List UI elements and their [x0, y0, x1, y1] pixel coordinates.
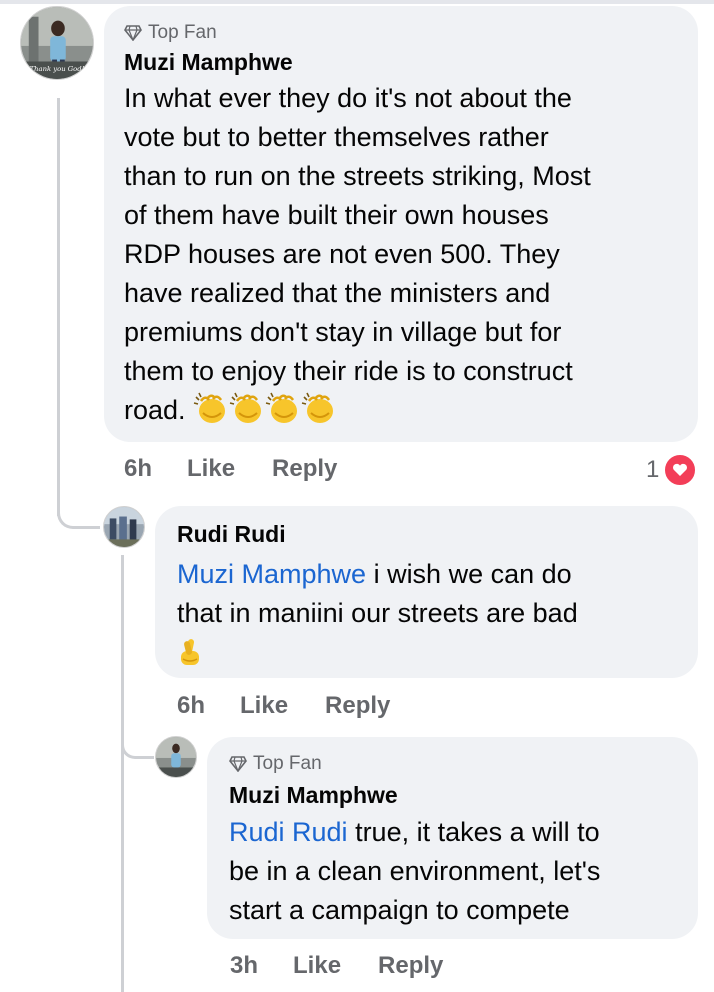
reply-text: Muzi Mamphwe i wish we can do that in ma…	[177, 555, 676, 678]
reply-actions-1: 6h Like Reply	[177, 692, 427, 720]
timestamp[interactable]: 3h	[230, 952, 258, 980]
timestamp[interactable]: 6h	[124, 455, 152, 483]
heart-icon	[663, 453, 698, 487]
reply-button[interactable]: Reply	[378, 952, 443, 980]
reply-actions-2: 3h Like Reply	[230, 952, 480, 980]
badge-label: Top Fan	[253, 753, 322, 774]
avatar-muzi-small[interactable]	[155, 736, 197, 778]
diamond-icon	[229, 756, 247, 772]
mention-link[interactable]: Muzi Mamphwe	[177, 559, 366, 589]
like-button[interactable]: Like	[187, 455, 235, 483]
mention-link[interactable]: Rudi Rudi	[229, 817, 348, 847]
thread-line-reply-curve	[121, 730, 154, 759]
comment-text: In what ever they do it's not about the …	[124, 79, 678, 436]
reply-button[interactable]: Reply	[272, 455, 337, 483]
clapping-hands-icon	[193, 391, 343, 436]
reply-text: Rudi Rudi true, it takes a will to be in…	[229, 817, 601, 925]
top-fan-badge: Top Fan	[229, 753, 676, 775]
comment-author[interactable]: Muzi Mamphwe	[124, 48, 678, 76]
reaction-count: 1	[646, 456, 660, 483]
diamond-icon	[124, 25, 142, 41]
thread-line-main	[57, 98, 60, 516]
crossed-fingers-icon	[177, 637, 203, 678]
comment-actions-1: 6h Like Reply	[124, 455, 374, 483]
reply-button[interactable]: Reply	[325, 692, 390, 720]
reaction-summary[interactable]: 1	[646, 453, 698, 487]
reply-bubble-1: Rudi Rudi Muzi Mamphwe i wish we can do …	[155, 506, 698, 678]
reply-author[interactable]: Rudi Rudi	[177, 520, 676, 548]
top-fan-badge: Top Fan	[124, 22, 678, 44]
reply-bubble-2: Top Fan Muzi Mamphwe Rudi Rudi true, it …	[207, 737, 698, 939]
badge-label: Top Fan	[148, 22, 217, 43]
avatar-rudi[interactable]	[103, 506, 145, 548]
like-button[interactable]: Like	[293, 952, 341, 980]
thread-line-main-curve	[57, 500, 100, 529]
top-divider	[0, 0, 714, 4]
reply-author[interactable]: Muzi Mamphwe	[229, 781, 676, 809]
avatar-muzi[interactable]: Thank you God!	[20, 6, 94, 80]
comment-bubble-1: Top Fan Muzi Mamphwe In what ever they d…	[104, 6, 698, 442]
svg-text:Thank you God!: Thank you God!	[30, 65, 85, 73]
like-button[interactable]: Like	[240, 692, 288, 720]
thread-line-reply	[121, 555, 124, 992]
timestamp[interactable]: 6h	[177, 692, 205, 720]
